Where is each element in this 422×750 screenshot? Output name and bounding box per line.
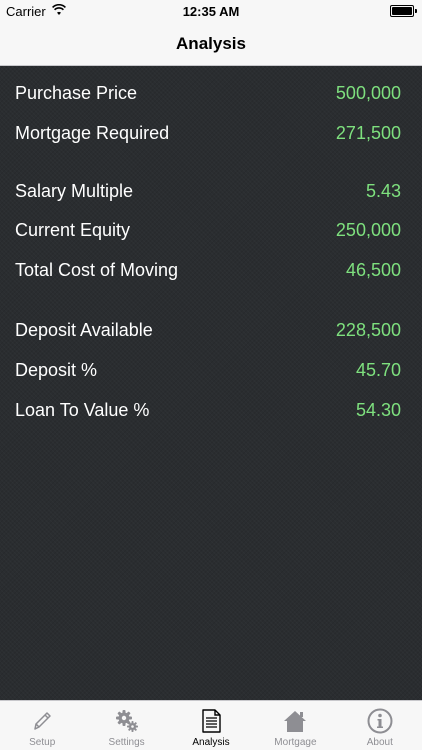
row-total-cost-of-moving: Total Cost of Moving 46,500 — [15, 256, 401, 284]
tab-analysis[interactable]: Analysis — [169, 701, 253, 750]
row-label: Deposit Available — [15, 319, 153, 340]
status-time: 12:35 AM — [182, 4, 240, 19]
tab-label: Analysis — [192, 737, 230, 748]
house-icon — [284, 711, 307, 732]
row-loan-to-value: Loan To Value % 54.30 — [15, 396, 401, 424]
tab-settings[interactable]: Settings — [84, 701, 168, 750]
tab-label: Mortgage — [274, 737, 317, 748]
row-label: Mortgage Required — [15, 122, 170, 143]
row-current-equity: Current Equity 250,000 — [15, 216, 401, 244]
page-title: Analysis — [176, 33, 246, 53]
row-label: Salary Multiple — [15, 180, 134, 201]
row-label: Loan To Value % — [15, 399, 150, 420]
row-deposit-available: Deposit Available 228,500 — [15, 316, 401, 344]
row-value: 45.70 — [355, 359, 401, 380]
row-value: 46,500 — [345, 259, 401, 280]
row-value: 271,500 — [335, 122, 401, 143]
row-label: Deposit % — [15, 359, 98, 380]
status-bar: Carrier 12:35 AM — [0, 0, 422, 22]
analysis-list: Purchase Price 500,000 Mortgage Required… — [0, 66, 422, 700]
row-value: 500,000 — [335, 82, 401, 103]
row-label: Current Equity — [15, 219, 131, 240]
tab-mortgage[interactable]: Mortgage — [253, 701, 337, 750]
battery-icon — [390, 5, 417, 17]
row-mortgage-required: Mortgage Required 271,500 — [15, 119, 401, 147]
row-purchase-price: Purchase Price 500,000 — [15, 79, 401, 107]
info-icon — [367, 708, 393, 734]
tab-about[interactable]: About — [338, 701, 422, 750]
row-value: 228,500 — [335, 319, 401, 340]
tab-bar: Setup Settings Analysis Mortgage About — [0, 700, 422, 750]
row-value: 5.43 — [365, 180, 401, 201]
tab-label: Settings — [108, 737, 145, 748]
row-deposit-percent: Deposit % 45.70 — [15, 356, 401, 384]
tab-label: About — [366, 737, 393, 748]
row-salary-multiple: Salary Multiple 5.43 — [15, 177, 401, 205]
navigation-bar: Analysis — [0, 22, 422, 66]
row-label: Purchase Price — [15, 82, 138, 103]
tab-setup[interactable]: Setup — [0, 701, 84, 750]
row-value: 250,000 — [335, 219, 401, 240]
pencil-icon — [34, 712, 51, 730]
row-label: Total Cost of Moving — [15, 259, 179, 280]
document-icon — [202, 709, 221, 733]
gears-icon — [115, 710, 138, 732]
row-value: 54.30 — [355, 399, 401, 420]
tab-label: Setup — [29, 737, 56, 748]
